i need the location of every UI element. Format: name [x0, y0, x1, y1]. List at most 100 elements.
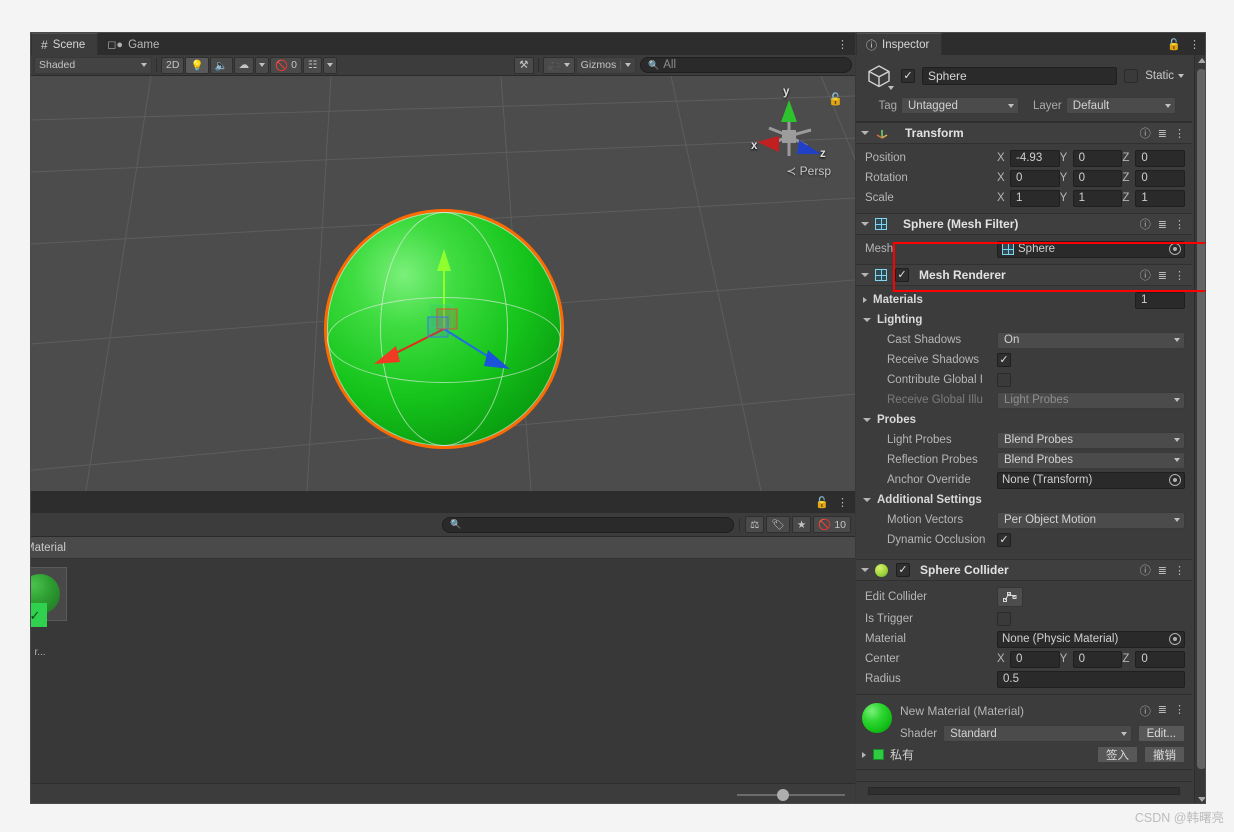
preset-icon[interactable]: ≣ — [1158, 269, 1167, 282]
help-icon[interactable]: ⓘ — [1140, 267, 1151, 283]
help-icon[interactable]: ⓘ — [1140, 125, 1151, 141]
scene-camera-button[interactable]: 🎥 — [542, 56, 575, 74]
foldout-arrow-icon[interactable] — [862, 751, 866, 758]
persp-label[interactable]: ≺ Persp — [786, 164, 831, 178]
shader-dropdown[interactable]: Standard — [943, 725, 1132, 742]
mesh-renderer-enabled-checkbox[interactable]: ✓ — [895, 268, 909, 282]
axis-z[interactable]: Z 0 — [1122, 650, 1186, 668]
layer-dropdown[interactable]: Default — [1065, 97, 1176, 114]
lock-icon[interactable]: 🔓 — [1167, 38, 1181, 51]
axis-y[interactable]: Y 0 — [1060, 149, 1123, 167]
static-dropdown[interactable]: Static — [1145, 70, 1184, 82]
preset-icon[interactable]: ≣ — [1158, 564, 1167, 577]
kebab-icon[interactable]: ⋮ — [1174, 127, 1185, 140]
dynamic-occlusion-checkbox[interactable]: ✓ — [997, 533, 1011, 547]
scene-fx-button[interactable]: ☁ — [233, 56, 255, 74]
project-kebab-icon[interactable]: ⋮ — [837, 496, 848, 509]
help-icon[interactable]: ⓘ — [1140, 562, 1151, 578]
foldout-additional-settings[interactable]: Additional Settings — [856, 490, 1192, 510]
cube-icon[interactable] — [864, 61, 894, 91]
axis-z[interactable]: Z 0 — [1122, 149, 1186, 167]
slider-knob[interactable] — [777, 788, 789, 801]
hidden-objects-button[interactable]: 🚫 0 — [270, 56, 303, 74]
help-icon[interactable]: ⓘ — [1140, 703, 1151, 719]
radius-field[interactable]: 0.5 — [997, 670, 1185, 688]
toggle-2d-button[interactable]: 2D — [161, 56, 185, 74]
scene-viewport[interactable]: y x z ≺ Persp 🔓 — [31, 76, 855, 491]
gameobject-name-input[interactable]: Sphere — [922, 67, 1118, 85]
component-header-transform[interactable]: Transform ⓘ ≣ ⋮ — [856, 122, 1192, 144]
foldout-arrow-icon[interactable] — [861, 273, 869, 277]
tag-dropdown[interactable]: Untagged — [901, 97, 1019, 114]
kebab-icon[interactable]: ⋮ — [1174, 703, 1185, 719]
axis-x[interactable]: X 1 — [997, 189, 1060, 207]
scene-lighting-toggle[interactable]: 💡 — [185, 56, 209, 74]
foldout-probes[interactable]: Probes — [856, 410, 1192, 430]
scrollbar-thumb[interactable] — [1197, 69, 1205, 769]
contribute-gi-checkbox[interactable]: ✓ — [997, 373, 1011, 387]
checkin-button[interactable]: 签入 — [1097, 746, 1138, 763]
static-checkbox[interactable]: ✓ — [1124, 69, 1139, 83]
project-hidden-button[interactable]: 🚫 10 — [813, 516, 851, 533]
foldout-arrow-icon[interactable] — [861, 568, 869, 572]
kebab-icon[interactable]: ⋮ — [1174, 218, 1185, 231]
scene-grid-dropdown[interactable] — [323, 56, 338, 74]
foldout-arrow-icon[interactable] — [863, 418, 871, 422]
axis-y[interactable]: Y 0 — [1060, 650, 1123, 668]
axis-z[interactable]: Z 0 — [1122, 169, 1186, 187]
sphere-game-object[interactable] — [324, 209, 564, 449]
light-probes-dropdown[interactable]: Blend Probes — [997, 431, 1185, 449]
motion-vectors-dropdown[interactable]: Per Object Motion — [997, 511, 1185, 529]
materials-count-field[interactable]: 1 — [1135, 291, 1185, 309]
vcs-status-checkbox[interactable] — [873, 749, 884, 760]
axis-z[interactable]: Z 1 — [1122, 189, 1186, 207]
foldout-arrow-icon[interactable] — [861, 131, 869, 135]
axis-y[interactable]: Y 1 — [1060, 189, 1123, 207]
preset-icon[interactable]: ≣ — [1158, 218, 1167, 231]
asset-item-material[interactable]: ✓ r... — [31, 567, 67, 658]
foldout-materials[interactable]: Materials 1 — [856, 290, 1192, 310]
scene-audio-toggle[interactable]: 🔈 — [209, 56, 233, 74]
gizmos-dropdown[interactable]: Gizmos | — [575, 56, 636, 74]
project-search-input[interactable]: 🔍 — [442, 516, 735, 533]
component-header-mesh-filter[interactable]: Sphere (Mesh Filter) ⓘ ≣ ⋮ — [856, 213, 1192, 235]
shader-edit-button[interactable]: Edit... — [1137, 725, 1185, 742]
revert-button[interactable]: 撤销 — [1144, 746, 1185, 763]
inspector-scrollbar[interactable] — [1194, 55, 1205, 803]
project-asset-grid[interactable]: ✓ r... — [31, 559, 855, 783]
preset-icon[interactable]: ≣ — [1158, 127, 1167, 140]
chevron-down-icon[interactable] — [888, 86, 894, 90]
foldout-arrow-icon[interactable] — [863, 498, 871, 502]
mesh-object-field[interactable]: Sphere — [997, 240, 1185, 258]
lock-icon[interactable]: 🔓 — [828, 92, 843, 106]
object-picker-icon[interactable] — [1169, 633, 1181, 645]
move-gizmo[interactable] — [324, 209, 564, 449]
foldout-arrow-icon[interactable] — [863, 297, 867, 303]
cast-shadows-dropdown[interactable]: On — [997, 331, 1185, 349]
component-header-mesh-renderer[interactable]: ✓ Mesh Renderer ⓘ ≣ ⋮ — [856, 264, 1192, 286]
object-picker-icon[interactable] — [1169, 243, 1181, 255]
edit-collider-button[interactable] — [997, 587, 1023, 607]
physic-material-field[interactable]: None (Physic Material) — [997, 630, 1185, 648]
thumbnail-size-slider[interactable] — [737, 788, 845, 801]
foldout-arrow-icon[interactable] — [863, 318, 871, 322]
is-trigger-checkbox[interactable]: ✓ — [997, 612, 1011, 626]
scroll-down-icon[interactable] — [1198, 797, 1205, 802]
scene-tools-button[interactable]: ⚒ — [514, 56, 534, 74]
scene-grid-button[interactable]: ☷ — [303, 56, 323, 74]
axis-x[interactable]: X -4.93 — [997, 149, 1060, 167]
scene-kebab-icon[interactable]: ⋮ — [837, 38, 848, 51]
foldout-arrow-icon[interactable] — [861, 222, 869, 226]
sphere-collider-enabled-checkbox[interactable]: ✓ — [896, 563, 910, 577]
tab-inspector[interactable]: ⓘ Inspector — [856, 33, 943, 55]
component-header-sphere-collider[interactable]: ✓ Sphere Collider ⓘ ≣ ⋮ — [856, 559, 1192, 581]
help-icon[interactable]: ⓘ — [1140, 216, 1151, 232]
tab-scene[interactable]: # Scene — [31, 33, 99, 55]
reflection-probes-dropdown[interactable]: Blend Probes — [997, 451, 1185, 469]
draw-mode-dropdown[interactable]: Shaded — [34, 56, 152, 74]
lock-icon[interactable]: 🔓 — [815, 496, 829, 509]
scene-fx-dropdown[interactable] — [255, 56, 270, 74]
scene-search-input[interactable]: 🔍 All — [640, 57, 852, 73]
favorites-button[interactable]: ★ — [791, 516, 812, 533]
label-filter-button[interactable]: 🏷 — [766, 516, 790, 533]
